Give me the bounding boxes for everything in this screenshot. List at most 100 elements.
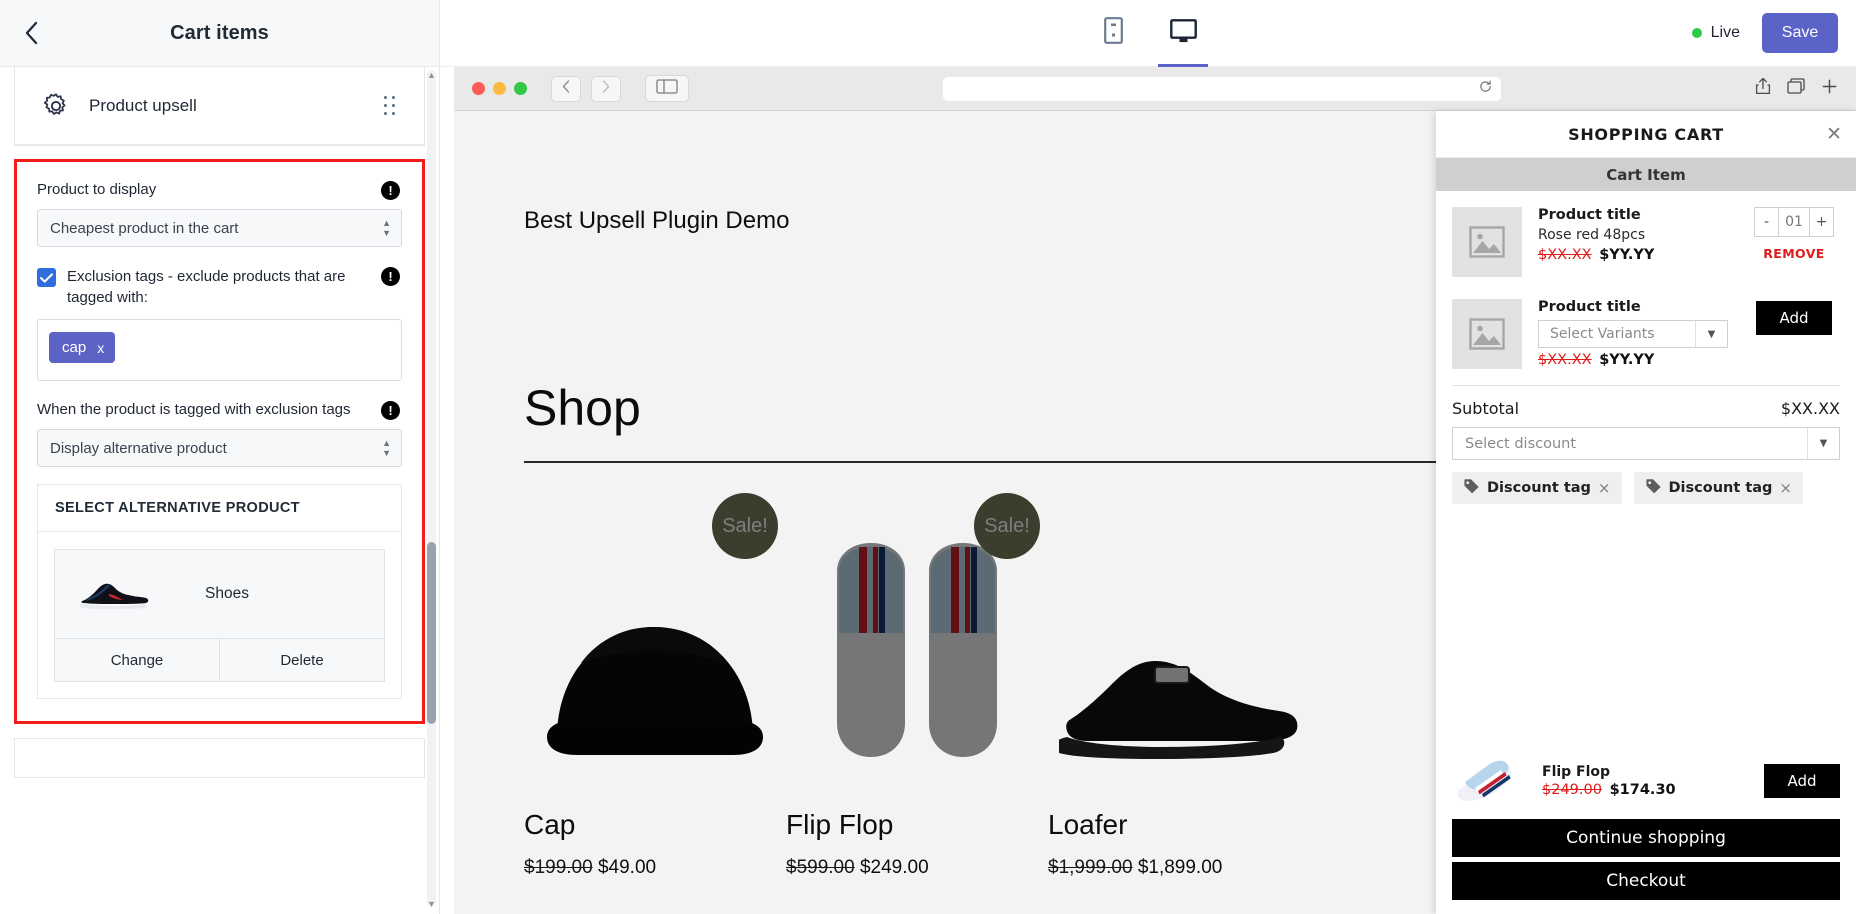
- top-toolbar: Live Save: [440, 0, 1856, 67]
- cart-title: SHOPPING CART: [1436, 125, 1856, 144]
- product-name: Flip Flop: [786, 809, 1048, 841]
- tab-mobile-preview[interactable]: [1092, 0, 1134, 67]
- cart-item-price: $XX.XX $YY.YY: [1538, 247, 1732, 263]
- product-card[interactable]: Sale! Flip Flop $599.00 $249.00: [786, 481, 1048, 879]
- product-new-price: $249.00: [860, 857, 929, 878]
- plus-icon[interactable]: [1821, 78, 1838, 100]
- remove-tag-icon[interactable]: ×: [1779, 479, 1792, 497]
- cart-subtotal-row: Subtotal $XX.XX: [1436, 386, 1856, 427]
- add-to-cart-button[interactable]: Add: [1756, 301, 1832, 335]
- chevron-left-icon: [562, 80, 570, 98]
- field-when-tagged: When the product is tagged with exclusio…: [37, 400, 402, 467]
- product-card[interactable]: Loafer $1,999.00 $1,899.00: [1048, 481, 1310, 879]
- when-tagged-label: When the product is tagged with exclusio…: [37, 400, 402, 420]
- close-window-icon[interactable]: [472, 82, 485, 95]
- remove-item-button[interactable]: REMOVE: [1763, 246, 1825, 261]
- browser-chrome-right: [1755, 77, 1838, 100]
- product-to-display-label: Product to display: [37, 180, 402, 200]
- mobile-icon: [1104, 17, 1123, 49]
- sidebar-scrollbar-thumb[interactable]: [427, 542, 436, 724]
- settings-sidebar: Cart items Product upsell: [0, 0, 440, 914]
- change-product-button[interactable]: Change: [55, 639, 219, 681]
- minimize-window-icon[interactable]: [493, 82, 506, 95]
- sidebar-toggle-button[interactable]: [645, 75, 689, 102]
- upsell-product-price: $249.00 $174.30: [1542, 782, 1750, 798]
- image-placeholder-icon: [1452, 299, 1522, 369]
- alternative-product-name: Shoes: [205, 585, 249, 603]
- product-price: $599.00 $249.00: [786, 857, 1048, 879]
- chevron-left-icon: [23, 20, 40, 46]
- new-tab-icon[interactable]: [1787, 78, 1805, 99]
- exclusion-tags-input[interactable]: cap x: [37, 319, 402, 381]
- cart-upsell-row: Flip Flop $249.00 $174.30 Add: [1436, 757, 1856, 819]
- subtotal-value: $XX.XX: [1781, 399, 1840, 418]
- tag-chip-cap[interactable]: cap x: [49, 332, 115, 363]
- cart-spacer: [1436, 504, 1856, 757]
- upsell-old-price: $249.00: [1542, 782, 1602, 798]
- window-controls: [472, 82, 527, 95]
- qty-value[interactable]: 01: [1778, 208, 1810, 236]
- discount-tag[interactable]: Discount tag ×: [1452, 472, 1622, 504]
- reload-icon[interactable]: [1479, 80, 1492, 98]
- product-old-price: $1,999.00: [1048, 857, 1133, 878]
- product-to-display-select[interactable]: Cheapest product in the cart ▲▼: [37, 209, 402, 247]
- discount-select-placeholder: Select discount: [1465, 436, 1576, 452]
- device-preview-tabs: [440, 0, 1856, 67]
- cart-item-row: Product title Select Variants ▼ $XX.XX $…: [1452, 283, 1840, 375]
- variant-select[interactable]: Select Variants ▼: [1538, 320, 1728, 348]
- scroll-up-icon[interactable]: ▲: [426, 70, 437, 81]
- qty-increase-button[interactable]: +: [1810, 208, 1833, 236]
- browser-back-button[interactable]: [551, 76, 581, 102]
- section-header-product-upsell[interactable]: Product upsell: [15, 67, 424, 145]
- check-icon: [40, 273, 53, 283]
- info-icon-exclusion-tags[interactable]: !: [381, 267, 400, 286]
- drag-handle-icon[interactable]: [384, 96, 400, 116]
- qty-decrease-button[interactable]: -: [1755, 208, 1778, 236]
- info-icon-product-to-display[interactable]: !: [381, 181, 400, 200]
- product-new-price: $49.00: [598, 857, 656, 878]
- cart-section-label: Cart Item: [1436, 158, 1856, 191]
- when-tagged-select[interactable]: Display alternative product ▲▼: [37, 429, 402, 467]
- back-button[interactable]: [8, 10, 54, 56]
- address-bar[interactable]: [943, 77, 1501, 101]
- chevron-updown-icon: ▲▼: [382, 440, 391, 457]
- sidebar-scrollbar[interactable]: [427, 70, 436, 906]
- tab-desktop-preview[interactable]: [1162, 0, 1204, 67]
- cart-item-price: $XX.XX $YY.YY: [1538, 352, 1732, 368]
- product-price: $1,999.00 $1,899.00: [1048, 857, 1310, 879]
- close-icon[interactable]: ✕: [1826, 125, 1842, 144]
- maximize-window-icon[interactable]: [514, 82, 527, 95]
- next-section-card[interactable]: [14, 738, 425, 778]
- field-product-to-display: Product to display ! Cheapest product in…: [37, 180, 402, 247]
- quantity-stepper[interactable]: - 01 +: [1754, 207, 1834, 237]
- info-icon-when-tagged[interactable]: !: [381, 401, 400, 420]
- alternative-product-card: SELECT ALTERNATIVE PRODUCT: [37, 484, 402, 699]
- sale-badge: Sale!: [712, 493, 778, 559]
- browser-forward-button[interactable]: [591, 76, 621, 102]
- continue-shopping-button[interactable]: Continue shopping: [1452, 819, 1840, 857]
- page-title: Cart items: [0, 22, 439, 45]
- product-card[interactable]: Sale! Cap $199.00 $49.00: [524, 481, 786, 879]
- scroll-down-icon[interactable]: ▼: [426, 899, 437, 910]
- delete-product-button[interactable]: Delete: [219, 639, 384, 681]
- discount-select[interactable]: Select discount ▼: [1452, 427, 1840, 460]
- tag-remove-icon[interactable]: x: [97, 340, 104, 356]
- discount-tag[interactable]: Discount tag ×: [1634, 472, 1804, 504]
- upsell-add-button[interactable]: Add: [1764, 764, 1840, 798]
- checkout-button[interactable]: Checkout: [1452, 862, 1840, 900]
- cart-item-row: Product title Rose red 48pcs $XX.XX $YY.…: [1452, 191, 1840, 283]
- remove-tag-icon[interactable]: ×: [1598, 479, 1611, 497]
- store-heading: Shop: [524, 379, 641, 437]
- browser-chrome-bar: [454, 67, 1856, 111]
- sidebar-toggle-icon: [656, 79, 678, 99]
- desktop-icon: [1170, 19, 1197, 48]
- shoe-icon: [71, 565, 157, 623]
- exclusion-tags-checkbox[interactable]: [37, 268, 56, 287]
- product-name: Cap: [524, 809, 786, 841]
- alternative-product-heading: SELECT ALTERNATIVE PRODUCT: [38, 485, 401, 532]
- settings-highlight-box: Product to display ! Cheapest product in…: [14, 159, 425, 724]
- share-icon[interactable]: [1755, 77, 1771, 100]
- product-name: Loafer: [1048, 809, 1310, 841]
- main-area: Live Save: [440, 0, 1856, 914]
- cart-item-title: Product title: [1538, 207, 1732, 223]
